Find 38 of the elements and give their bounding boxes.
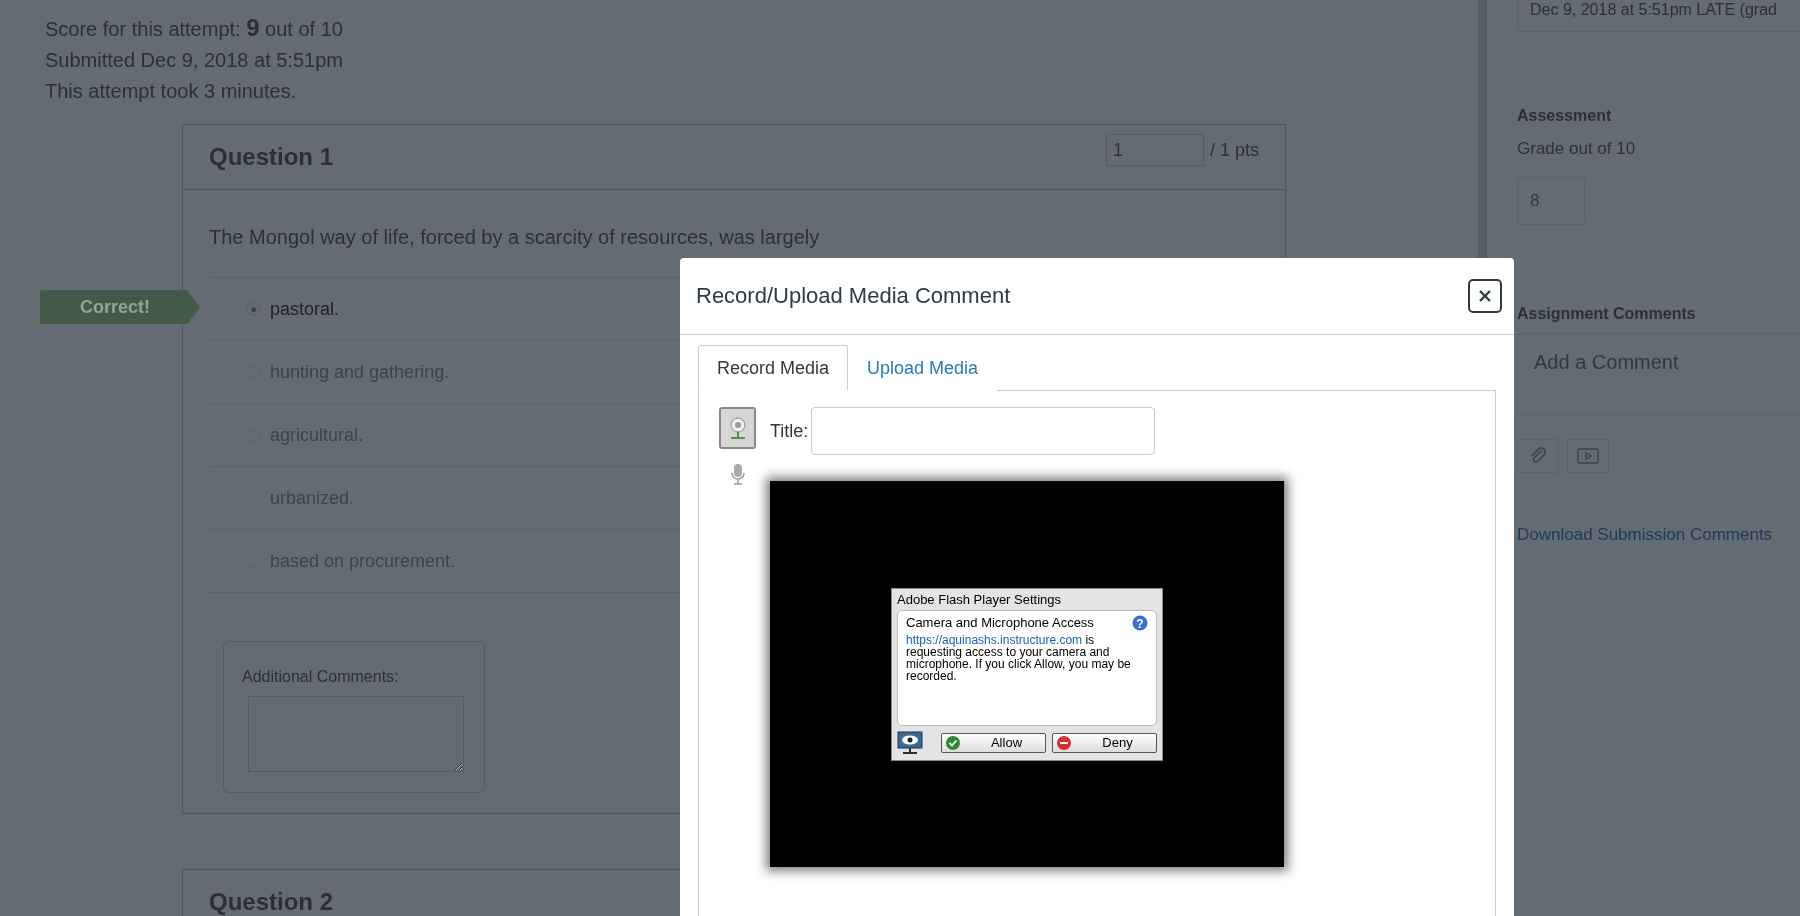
no-entry-icon	[1057, 735, 1071, 750]
close-button[interactable]	[1468, 279, 1502, 313]
allow-button[interactable]: Allow	[941, 732, 1046, 753]
flash-title: Adobe Flash Player Settings	[897, 590, 1063, 609]
tab[interactable]: Record Media	[698, 345, 849, 391]
check-icon	[946, 735, 960, 750]
title-label: Title:	[770, 420, 809, 442]
assessment-heading: Assessment	[1517, 107, 1613, 125]
site-link[interactable]: https://aquinashs.instructure.com	[906, 632, 1083, 647]
close-icon	[1478, 289, 1492, 303]
answer-label: pastoral.	[270, 298, 340, 320]
dialog-title: Record/Upload Media Comment	[696, 283, 1011, 309]
deny-button[interactable]: Deny	[1052, 732, 1157, 753]
flash-heading: Camera and Microphone Access	[906, 615, 1094, 630]
title-field[interactable]	[811, 407, 1156, 455]
comments-heading: Assignment Comments	[1517, 305, 1697, 323]
webcam-button[interactable]	[719, 407, 756, 449]
paperclip-icon	[1528, 446, 1548, 466]
media-button[interactable]	[1567, 439, 1609, 473]
question-title: Question 1	[209, 143, 334, 171]
flash-message: https://aquinashs.instructure.com is requesting access to your camera and microphone. If you click Allow, you may be recorded.	[906, 633, 1132, 682]
comments-field[interactable]	[248, 696, 464, 772]
points-total: / 1 pts	[1209, 139, 1259, 161]
play-icon	[1577, 448, 1599, 464]
score-text: Score for this attempt: 9 out of 10	[45, 13, 344, 43]
comments-label: Additional Comments:	[242, 668, 400, 686]
submission-date-field[interactable]: Dec 9, 2018 at 5:51pm LATE (grad	[1517, 0, 1800, 32]
attach-button[interactable]	[1517, 439, 1559, 473]
question-title: Question 2	[209, 888, 334, 916]
points-field[interactable]: 1	[1105, 134, 1204, 166]
monitor-eye-icon	[897, 730, 923, 755]
radio-button[interactable]	[247, 302, 260, 316]
submitted-text: Submitted Dec 9, 2018 at 5:51pm	[45, 48, 344, 73]
help-icon[interactable]: ?	[1132, 614, 1148, 631]
duration-text: This attempt took 3 minutes.	[45, 79, 298, 104]
correct-badge: Correct!	[40, 290, 200, 324]
grade-label: Grade out of 10	[1517, 139, 1637, 159]
microphone-icon	[730, 463, 745, 485]
